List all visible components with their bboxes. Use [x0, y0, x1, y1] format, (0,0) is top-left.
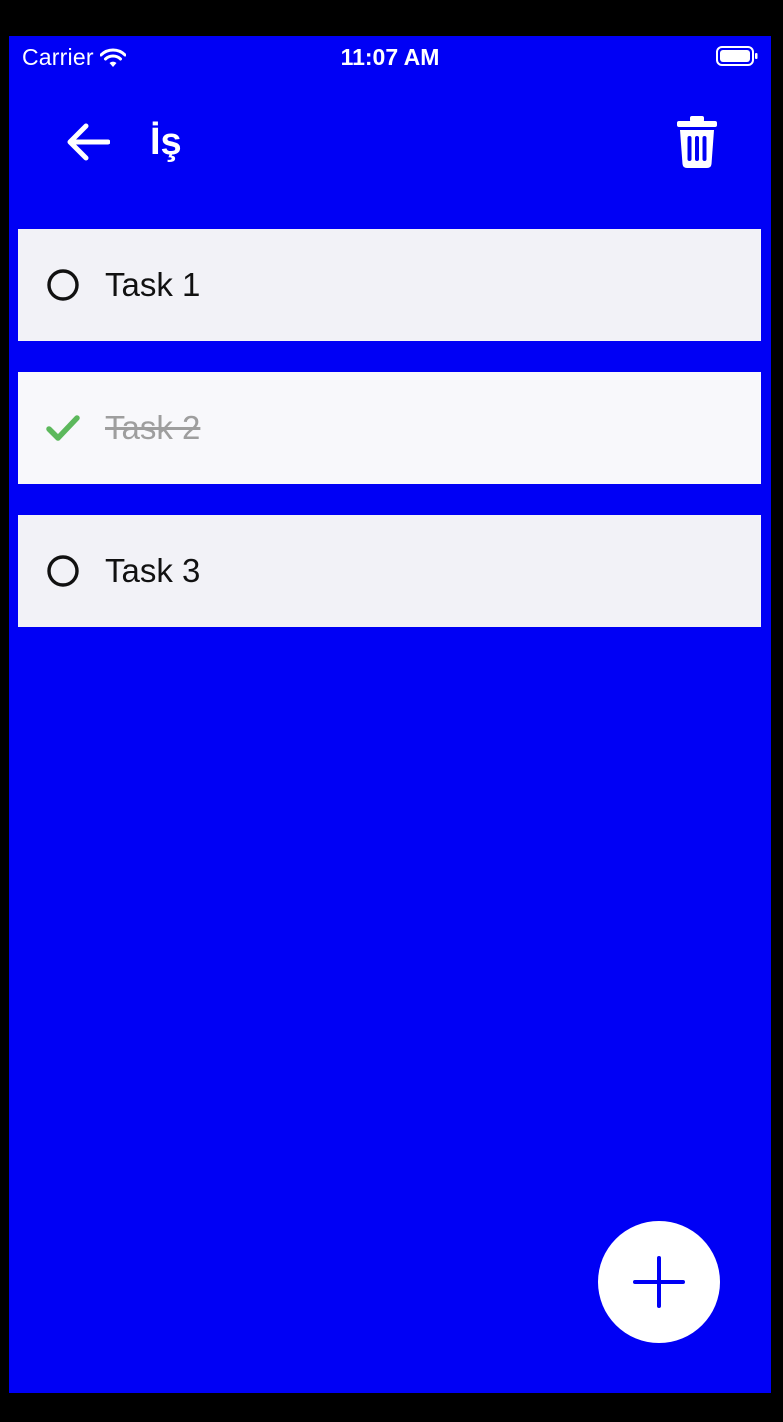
task-row[interactable]: Task 2	[18, 372, 761, 484]
trash-icon	[677, 116, 717, 168]
back-button[interactable]	[61, 116, 113, 168]
battery-icon	[716, 46, 758, 66]
task-row[interactable]: Task 1	[18, 229, 761, 341]
task-label: Task 1	[105, 266, 201, 303]
app-bar: İş	[9, 106, 771, 176]
status-time: 11:07 AM	[340, 44, 440, 70]
task-label: Task 2	[105, 409, 201, 446]
app-screen: Carrier 11:07 AM İş Task 1 Task 2 Task 3	[9, 36, 771, 1393]
task-label: Task 3	[105, 552, 201, 589]
checkmark-icon[interactable]	[45, 410, 81, 446]
arrow-left-icon	[67, 123, 110, 161]
delete-list-button[interactable]	[669, 114, 725, 170]
task-row[interactable]: Task 3	[18, 515, 761, 627]
status-bar: Carrier 11:07 AM	[9, 36, 771, 80]
plus-icon	[633, 1256, 685, 1308]
circle-icon[interactable]	[45, 553, 81, 589]
add-task-button[interactable]	[598, 1221, 720, 1343]
circle-icon[interactable]	[45, 267, 81, 303]
page-title: İş	[150, 121, 182, 163]
task-list: Task 1 Task 2 Task 3	[18, 229, 761, 658]
